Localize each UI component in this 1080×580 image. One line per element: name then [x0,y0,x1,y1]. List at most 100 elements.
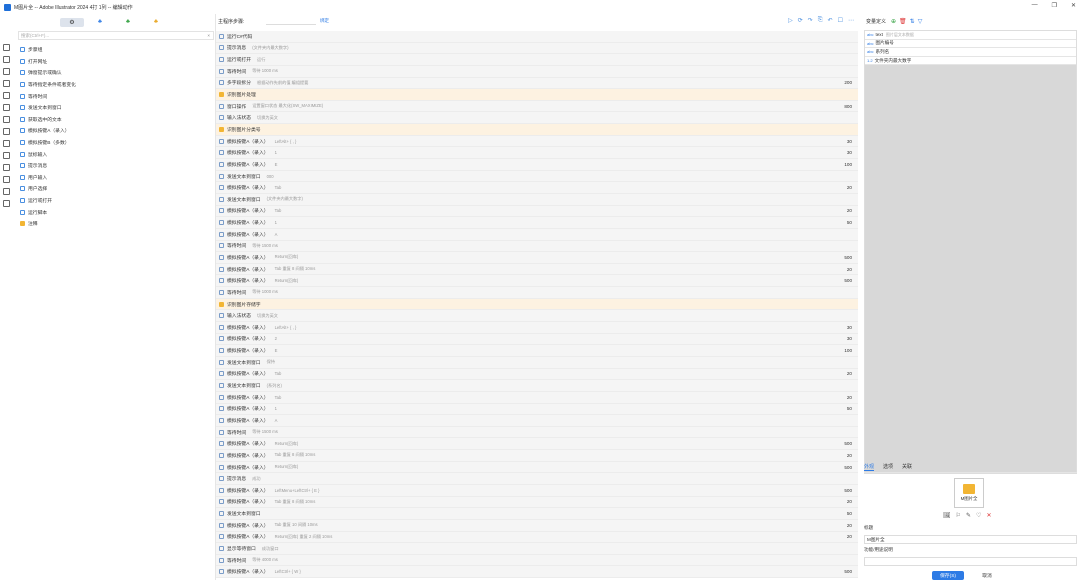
step-row[interactable]: 模拟按键A（录入） Tab 重复 8 间隔 10ms 20 [216,263,858,276]
delete-variable-icon[interactable]: 🗑 [899,18,907,25]
step-row[interactable]: 模拟按键A（录入） Tab 20 [216,205,858,218]
step-group-row[interactable]: 识别图片处理 [216,89,858,101]
step-row[interactable]: 模拟按键A（录入） E 100 [216,345,858,357]
command-item[interactable]: 模拟按键A（录入） [20,125,210,137]
step-row[interactable]: 运行或打开 运行 [216,54,858,66]
minimize-button[interactable]: — [1032,2,1038,9]
command-item[interactable]: 弹窗提示或确认 [20,67,210,79]
subprogram-select[interactable]: 主程序步骤: [218,18,266,25]
command-item[interactable]: 提示消息 [20,160,210,172]
command-item[interactable]: 发送文本到窗口 [20,102,210,114]
command-item[interactable]: 用户选择 [20,183,210,195]
step-row[interactable]: 模拟按键A（录入） Return(回车) 重复 2 间隔 10ms 20 [216,531,858,544]
step-group-row[interactable]: 识别图片存储字 [216,298,858,311]
command-item[interactable]: 获取选中的文本 [20,114,210,126]
command-item[interactable]: 打开网址 [20,56,210,68]
subprogram-input[interactable] [266,18,316,25]
step-row[interactable]: 模拟按键A（录入） LeftAlt+ { , } 30 [216,322,858,334]
step-row[interactable]: 模拟按键A（录入） A [216,228,858,241]
image-icon[interactable] [3,80,10,87]
step-row[interactable]: 模拟按键A（录入） 1 30 [216,147,858,160]
step-row[interactable]: 模拟按键A（录入） Tab 重复 8 间隔 10ms 20 [216,496,858,509]
step-row[interactable]: 模拟按键A（录入） Tab 重复 8 间隔 10ms 20 [216,450,858,462]
tab-relations[interactable]: 关联 [902,463,912,471]
command-item[interactable]: 运行脚本 [20,206,210,218]
step-row[interactable]: 输入法状态 切换为英文 [216,112,858,125]
flag-icon[interactable]: ⚐ [956,512,961,519]
tab-settings[interactable]: ⚙ [60,17,84,27]
step-row[interactable]: 模拟按键A（录入） 2 30 [216,333,858,346]
step-row[interactable]: 窗口操作 设置窗口状态 最大化(SW_MAXIMIZE) 800 [216,100,858,113]
step-row[interactable]: 模拟按键A（录入） Tab 20 [216,182,858,194]
keyboard-icon[interactable] [3,116,10,123]
command-item[interactable]: 用户输入 [20,172,210,184]
text-icon[interactable] [3,104,10,111]
variable-item[interactable]: abc text 图片层文本数据 [865,31,1076,40]
refresh-icon[interactable]: ⟳ [798,17,803,24]
step-row[interactable]: 等待时间 等待 1500 ms [216,426,858,439]
step-row[interactable]: 发送文本到窗口 (系列名) [216,380,858,392]
play-icon[interactable]: ▷ [788,17,793,24]
window-icon[interactable]: ☐ [838,17,843,24]
clipboard-icon[interactable] [3,128,10,135]
step-row[interactable]: 等待时间 等待 4000 ms [216,554,858,567]
step-row[interactable]: 多字段拆分 根据动作先前的值 编组提要 200 [216,77,858,90]
redo-icon[interactable]: ↷ [808,17,813,24]
add-variable-icon[interactable]: ⊕ [891,18,896,25]
command-search-input[interactable]: 搜索(Ctrl+F)... × [18,31,214,40]
step-row[interactable]: 发送文本到窗口 000 [216,170,858,183]
globe-icon[interactable] [3,188,10,195]
step-row[interactable]: 模拟按键A（录入） Return(回车) 500 [216,461,858,474]
undo-icon[interactable]: ↶ [828,17,833,24]
heart-icon[interactable]: ♡ [976,512,981,519]
tab-options[interactable]: 选项 [883,463,893,471]
step-row[interactable]: 模拟按键A（录入） Tab 20 [216,368,858,381]
title-input[interactable]: M图片全 [864,535,1077,544]
variable-item[interactable]: abc 图片编号 [865,39,1076,49]
remove-icon[interactable]: ✕ [986,512,991,519]
window-icon[interactable] [3,92,10,99]
bookmark-icon[interactable] [3,56,10,63]
step-row[interactable]: 模拟按键A（录入） Tab 重复 10 间隔 10ms 20 [216,519,858,532]
cancel-button[interactable]: 取消 [971,571,1003,580]
step-row[interactable]: 模拟按键A（录入） LeftMenu+LeftCtrl+ { E } 500 [216,484,858,497]
command-item[interactable]: 步骤组 [20,44,210,56]
grid-icon[interactable] [3,164,10,171]
command-item[interactable]: 运行或打开 [20,195,210,207]
bind-link[interactable]: 绑定 [320,18,329,24]
more-icon[interactable]: ⋯ [848,17,854,24]
command-item[interactable]: 鼠标输入 [20,148,210,160]
maximize-button[interactable]: ❐ [1052,2,1057,9]
tab-green-clover[interactable]: ♣ [116,18,140,27]
step-row[interactable]: 等待时间 等待 1000 ms [216,287,858,299]
step-row[interactable]: 发送文本到窗口 (文件夹内最大数字) [216,193,858,206]
edit-icon[interactable]: ✎ [966,512,971,519]
tab-blue-clover[interactable]: ♣ [88,18,112,27]
command-item[interactable]: 模拟按键B（多数） [20,137,210,149]
step-row[interactable]: 模拟按键A（录入） 1 50 [216,217,858,229]
step-row[interactable]: 模拟按键A（录入） A [216,415,858,427]
tab-appearance[interactable]: 外观 [864,463,875,471]
step-row[interactable]: 模拟按键A（录入） Return(回车) 500 [216,438,858,451]
command-item[interactable]: 等待指定条件或者变化 [20,79,210,91]
step-row[interactable]: 提示消息 (文件夹内最大数字) [216,42,858,55]
step-row[interactable]: 输入法状态 切换为英文 [216,310,858,323]
step-row[interactable]: 模拟按键A（录入） Tab 20 [216,391,858,404]
command-item[interactable]: 等待时间 [20,90,210,102]
description-input[interactable] [864,557,1077,566]
step-row[interactable]: 模拟按键A（录入） LeftAlt+ { , } 30 [216,135,858,148]
cube-icon[interactable] [3,200,10,207]
step-row[interactable]: 等待时间 等待 1500 ms [216,240,858,253]
filter-icon[interactable]: ▽ [918,18,923,25]
windows-logo-icon[interactable] [3,152,10,159]
flag-icon[interactable] [3,176,10,183]
clear-search-icon[interactable]: × [207,33,210,38]
action-icon-preview[interactable]: M图片全 [954,478,984,508]
sort-icon[interactable]: ⇅ [910,18,915,25]
save-button[interactable]: 保存(S) [932,571,964,580]
gear-icon[interactable] [3,68,10,75]
close-button[interactable]: ✕ [1071,2,1076,9]
step-row[interactable]: 提示消息 成功 [216,473,858,485]
step-row[interactable]: 等待时间 等待 1000 ms [216,65,858,78]
step-row[interactable]: 发送文本到窗口 保持 [216,356,858,369]
